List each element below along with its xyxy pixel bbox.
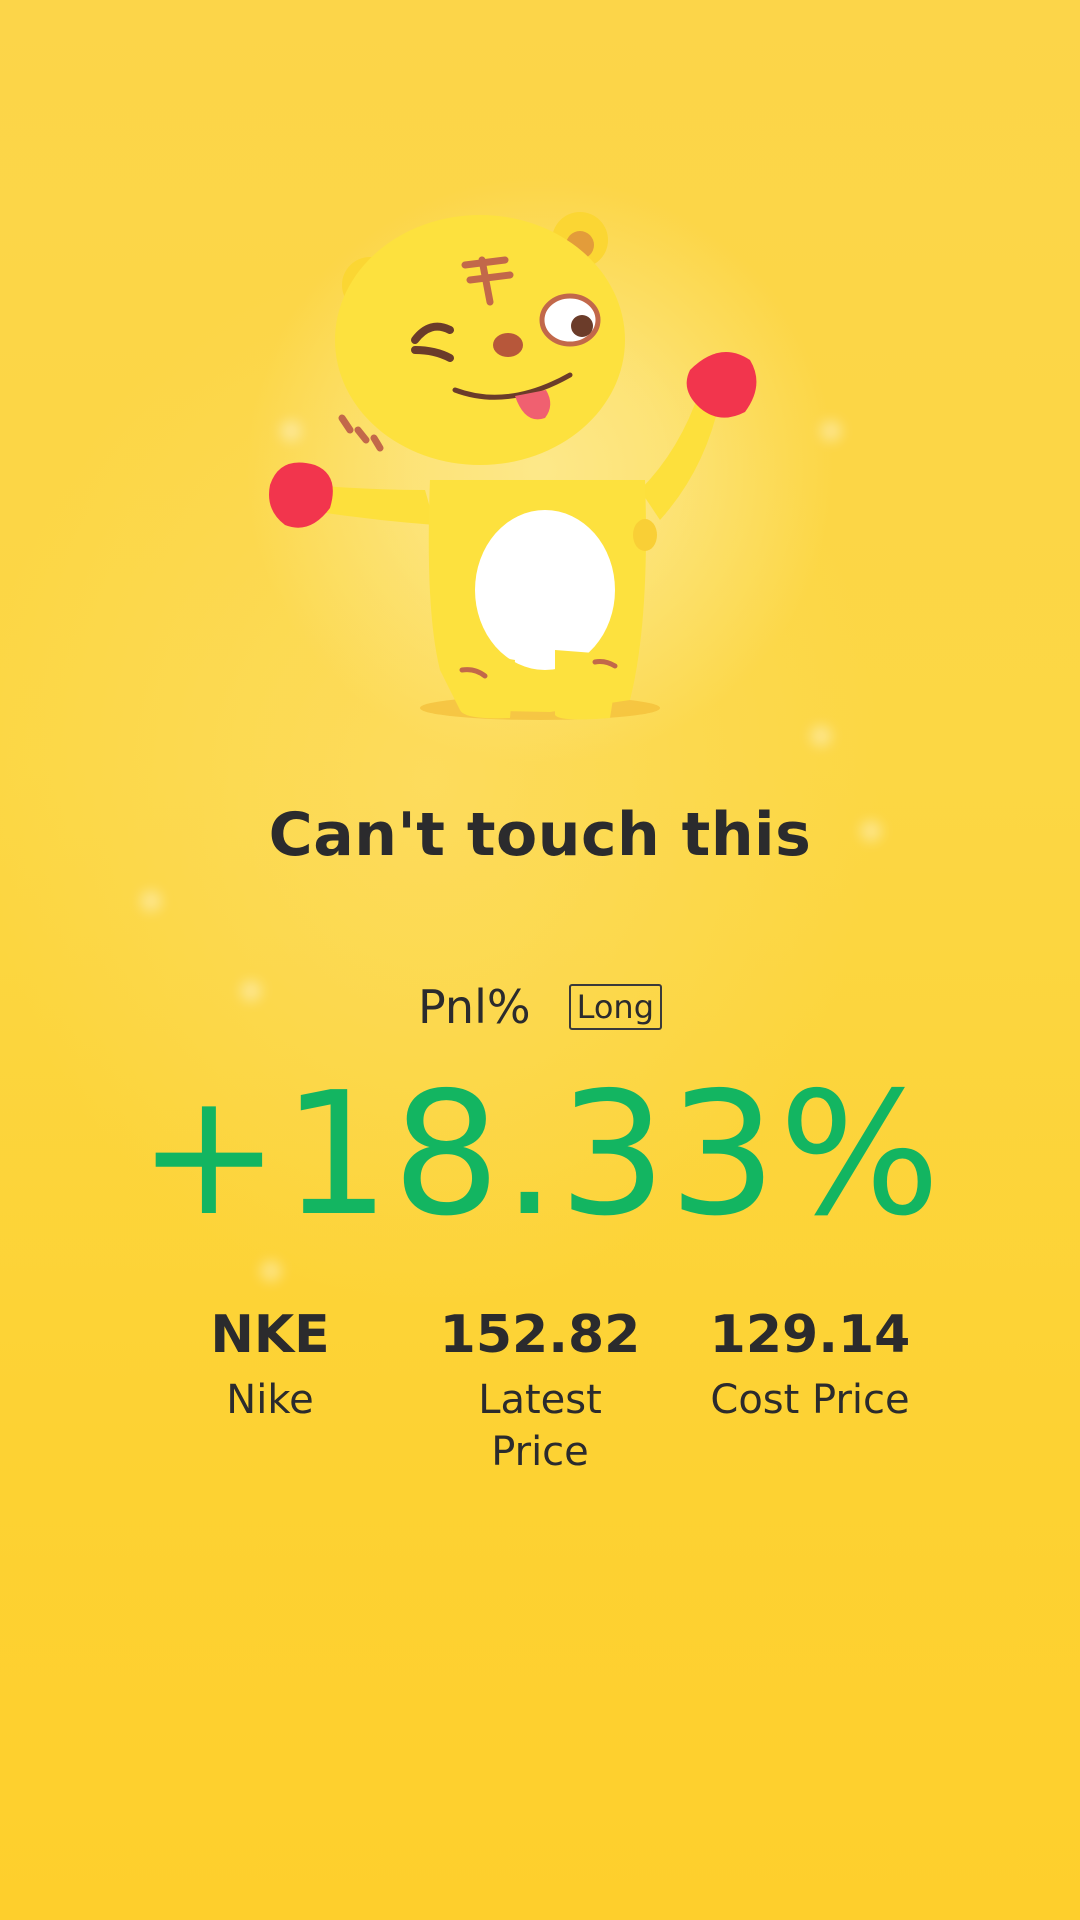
stat-label: Cost Price: [710, 1377, 910, 1423]
pnl-percentage: +18.33%: [137, 1056, 943, 1254]
stat-value: NKE: [210, 1305, 330, 1365]
tiger-mascot-image: [269, 212, 757, 720]
stat-value: 152.82: [439, 1305, 641, 1365]
stat-label: Latest Price: [478, 1377, 602, 1475]
position-badge: Long: [568, 984, 662, 1030]
stat-label: Nike: [226, 1377, 314, 1423]
card-title: Can't touch this: [268, 800, 812, 870]
sparkle: [140, 890, 162, 912]
pnl-label: Pnl%: [417, 980, 531, 1034]
stat-value: 129.14: [709, 1305, 911, 1365]
stats-row: NKE Nike 152.82 Latest Price 129.14 Cost…: [140, 1300, 940, 1478]
stat-ticker: NKE Nike: [140, 1300, 400, 1478]
sparkle: [820, 420, 842, 442]
sparkle: [260, 1260, 282, 1282]
pnl-header: Pnl% Long: [0, 980, 1080, 1034]
stat-latest-price: 152.82 Latest Price: [410, 1300, 670, 1478]
stat-cost-price: 129.14 Cost Price: [680, 1300, 940, 1478]
sparkle: [810, 725, 832, 747]
